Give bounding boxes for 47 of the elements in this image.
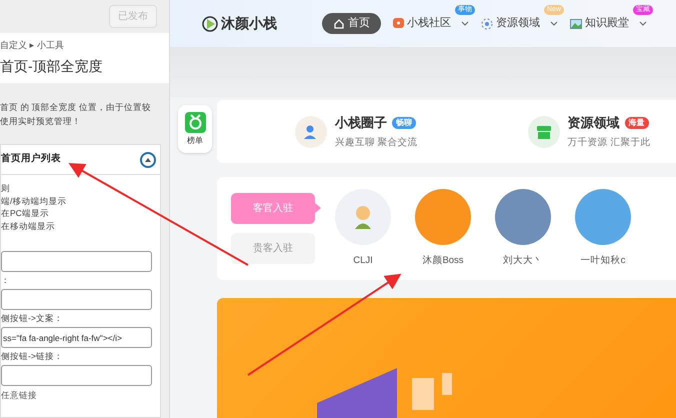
play-logo-icon: [202, 14, 218, 32]
home-icon: [333, 18, 345, 30]
text-field[interactable]: ss="fa fa-angle-right fa-fw"></i>: [1, 327, 152, 348]
feature-title[interactable]: 小栈圈子: [335, 113, 387, 133]
chat-icon: [393, 18, 404, 29]
nav-link[interactable]: 知识殿堂: [568, 15, 631, 32]
hint-text: 任意链接: [1, 389, 38, 402]
option-label: 在移动端显示: [1, 220, 56, 232]
chevron-down-icon: [550, 20, 558, 26]
user-name[interactable]: 一叶知秋c: [580, 254, 626, 268]
feature-badge: 畅聊: [392, 116, 416, 129]
field-label: 侧按钮->链接：: [1, 351, 64, 362]
gear-icon: [481, 18, 493, 30]
site-logo[interactable]: 沐颜小栈: [221, 13, 277, 34]
field-label: 侧按钮->文案：: [1, 313, 64, 324]
text-field[interactable]: [1, 365, 152, 386]
option-label: 在PC端显示: [1, 207, 50, 220]
feature-title[interactable]: 资源领域: [568, 113, 620, 133]
picture-icon: [570, 18, 582, 30]
section-title: 首页-顶部全宽度: [0, 56, 104, 76]
user-name[interactable]: 刘大大丶: [503, 254, 543, 268]
user-name[interactable]: CLJI: [353, 254, 373, 268]
ranking-button[interactable]: 榜单: [178, 105, 212, 153]
text-field[interactable]: [1, 251, 152, 272]
text-field[interactable]: [1, 289, 152, 310]
user-icon: [295, 116, 327, 148]
breadcrumb: 自定义 ▸ 小工具: [0, 39, 66, 52]
option-label: 端/移动端均显示: [1, 194, 68, 207]
option-label: 则: [1, 182, 11, 194]
shop-icon: [528, 116, 560, 148]
chevron-down-icon: [639, 20, 647, 26]
feature-subtitle: 兴趣互聊 聚合交流: [335, 136, 418, 150]
nav-link[interactable]: 小栈社区: [391, 15, 453, 32]
nav-link[interactable]: 资源领域: [479, 15, 542, 32]
collapse-button[interactable]: [140, 152, 156, 168]
feature-subtitle: 万千资源 汇聚于此: [568, 136, 650, 150]
description-text: 首页 的 顶部全宽度 位置，由于位置较: [0, 101, 152, 114]
widget-title: 首页用户列表: [1, 152, 61, 166]
chevron-down-icon: [461, 20, 469, 26]
nav-link[interactable]: 首页: [322, 13, 381, 34]
tab-pointer-icon: [315, 203, 321, 213]
feature-badge: 海量: [624, 116, 649, 129]
field-label: ：: [1, 275, 11, 286]
description-text: 使用实时预览管理！: [0, 115, 82, 128]
medal-icon: [184, 112, 206, 132]
user-name[interactable]: 沐颜Boss: [422, 254, 464, 268]
person-silhouette-icon: [352, 204, 374, 230]
